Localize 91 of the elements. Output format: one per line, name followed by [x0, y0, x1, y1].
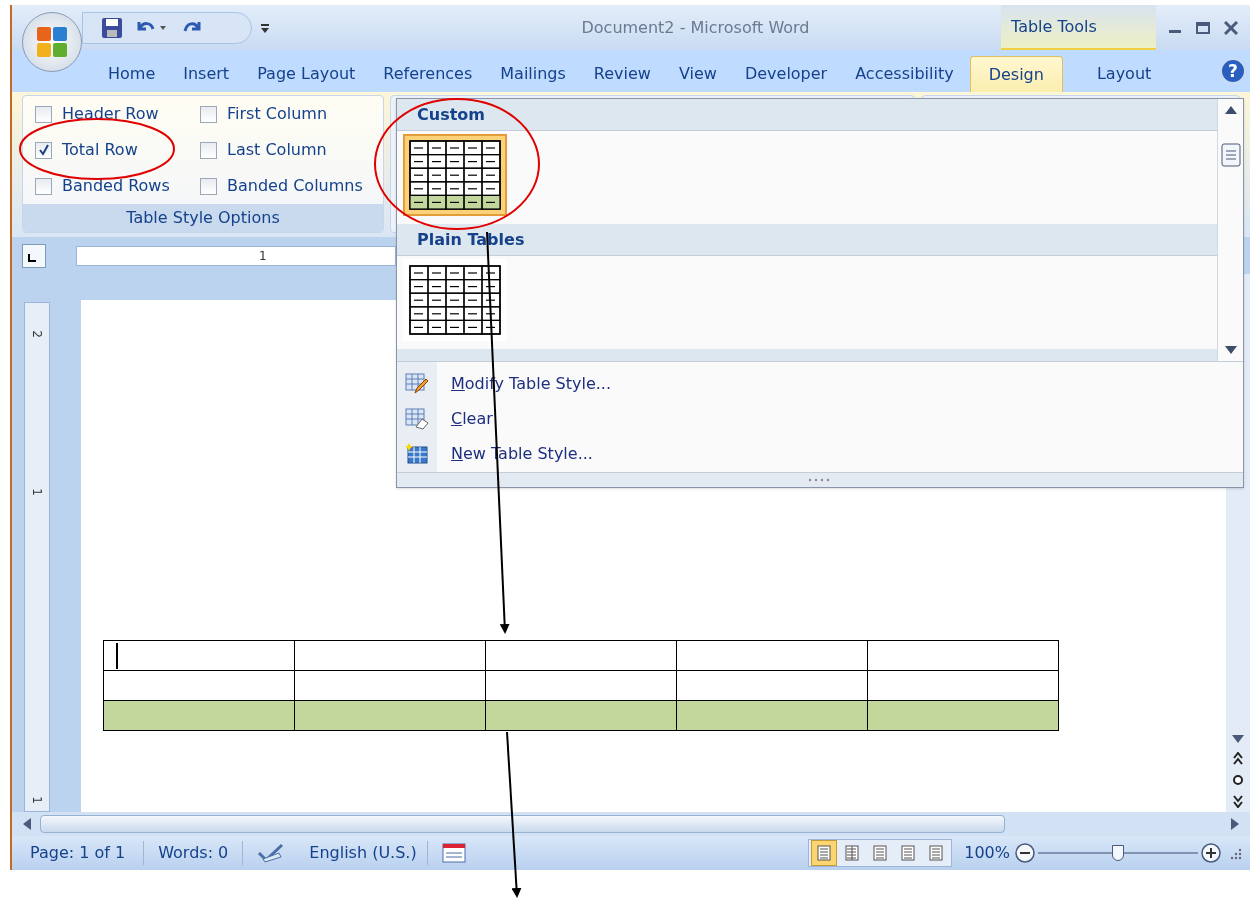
table-cell[interactable] — [294, 700, 486, 731]
page-count[interactable]: Page: 1 of 1 — [12, 841, 145, 865]
browse-object-icon[interactable] — [1232, 774, 1244, 786]
horizontal-scrollbar[interactable] — [12, 812, 1250, 836]
gallery-section-header: Custom — [397, 99, 1217, 131]
window-title: Document2 - Microsoft Word — [581, 16, 810, 39]
office-logo-icon — [35, 25, 69, 59]
checkbox[interactable] — [200, 177, 217, 195]
zoom-in-icon[interactable] — [1200, 842, 1222, 864]
resize-handle[interactable] — [397, 472, 1243, 487]
ruler-number: 1 — [29, 488, 45, 496]
table-cell[interactable] — [485, 640, 677, 671]
ribbon-tab[interactable]: View — [664, 56, 731, 92]
document-view-icon — [844, 845, 861, 861]
previous-page-icon[interactable] — [1233, 752, 1243, 766]
grip-dots-icon — [808, 478, 832, 482]
scroll-down-icon[interactable] — [1231, 734, 1245, 744]
maximize-icon[interactable] — [1196, 20, 1210, 35]
table-cell[interactable] — [294, 670, 486, 701]
scroll-right-icon[interactable] — [1230, 817, 1240, 831]
new-table-icon — [405, 442, 429, 465]
close-icon[interactable] — [1224, 20, 1238, 35]
option-checkbox[interactable]: First Column — [200, 96, 383, 132]
option-checkbox[interactable]: Header Row — [35, 96, 190, 132]
view-mode-button[interactable] — [811, 840, 838, 866]
zoom-out-icon[interactable] — [1014, 842, 1036, 864]
checkbox[interactable] — [200, 141, 217, 159]
language-indicator[interactable]: English (U.S.) — [299, 841, 428, 865]
ribbon-tab[interactable]: Layout — [1066, 56, 1182, 92]
option-checkbox[interactable]: Banded Columns — [200, 168, 383, 204]
option-checkbox[interactable]: Last Column — [200, 132, 383, 168]
save-icon[interactable] — [101, 16, 123, 39]
gallery-scrollbar[interactable] — [1217, 99, 1243, 361]
option-checkbox[interactable]: Total Row — [35, 132, 190, 168]
next-page-icon[interactable] — [1233, 794, 1243, 808]
table-style-thumbnail[interactable] — [403, 134, 507, 216]
checkbox[interactable] — [35, 141, 52, 159]
document-view-icon — [900, 845, 917, 861]
text-cursor — [116, 642, 118, 669]
group-label: Table Style Options — [23, 204, 383, 232]
table-cell[interactable] — [103, 700, 295, 731]
scroll-down-icon[interactable] — [1223, 345, 1238, 355]
ruler-number: 1 — [259, 247, 267, 265]
contextual-tab-header: Table Tools — [1001, 5, 1156, 50]
table-cell[interactable] — [294, 640, 486, 671]
ribbon-tab[interactable]: Insert — [169, 56, 244, 92]
checkbox[interactable] — [35, 177, 52, 195]
document-view-icon — [816, 845, 833, 861]
table-style-thumbnail[interactable] — [403, 259, 507, 341]
ribbon-tab[interactable]: Home — [94, 56, 170, 92]
ribbon-tab[interactable]: Developer — [730, 56, 842, 92]
ribbon-tab[interactable]: Accessibility — [841, 56, 968, 92]
word-count[interactable]: Words: 0 — [144, 841, 244, 865]
zoom-level[interactable]: 100% — [960, 841, 1014, 865]
macro-icon[interactable] — [441, 843, 466, 863]
scrollbar-thumb[interactable] — [40, 815, 1005, 833]
table-cell[interactable] — [485, 670, 677, 701]
ribbon-tab[interactable]: Design — [969, 56, 1063, 92]
ribbon-tab[interactable]: Review — [579, 56, 665, 92]
more-styles-icon[interactable] — [1220, 143, 1241, 167]
table-cell[interactable] — [676, 700, 868, 731]
table-cell[interactable] — [867, 640, 1059, 671]
table-cell[interactable] — [676, 670, 868, 701]
option-checkbox[interactable]: Banded Rows — [35, 168, 190, 204]
checkbox[interactable] — [200, 105, 217, 123]
document-view-icon — [872, 845, 889, 861]
ruler-number: 2 — [29, 330, 45, 338]
ribbon-tab[interactable]: References — [369, 56, 487, 92]
table-eraser-icon — [405, 407, 429, 430]
help-icon[interactable]: ? — [1220, 58, 1246, 84]
table-cell[interactable] — [103, 640, 295, 671]
table-cell[interactable] — [485, 700, 677, 731]
table-cell[interactable] — [103, 670, 295, 701]
resize-grip-icon[interactable] — [1230, 846, 1242, 860]
proofing-icon[interactable] — [257, 843, 286, 863]
slider-thumb[interactable] — [1112, 845, 1124, 861]
table-cell[interactable] — [867, 700, 1059, 731]
ribbon-tab[interactable]: Mailings — [486, 56, 580, 92]
checkmark-icon — [37, 144, 50, 156]
ribbon-tab[interactable]: Page Layout — [243, 56, 370, 92]
document-view-icon — [928, 845, 945, 861]
customize-toolbar-icon[interactable] — [260, 21, 270, 34]
table-pencil-icon — [405, 372, 429, 395]
ruler-number: 1 — [29, 796, 45, 804]
scroll-up-icon[interactable] — [1223, 105, 1238, 115]
table-cell[interactable] — [867, 670, 1059, 701]
checkbox[interactable] — [35, 105, 52, 123]
tab-selector[interactable] — [22, 243, 46, 268]
scroll-left-icon[interactable] — [22, 817, 32, 831]
table-cell[interactable] — [676, 640, 868, 671]
menu-item[interactable]: Clear — [397, 401, 1243, 436]
